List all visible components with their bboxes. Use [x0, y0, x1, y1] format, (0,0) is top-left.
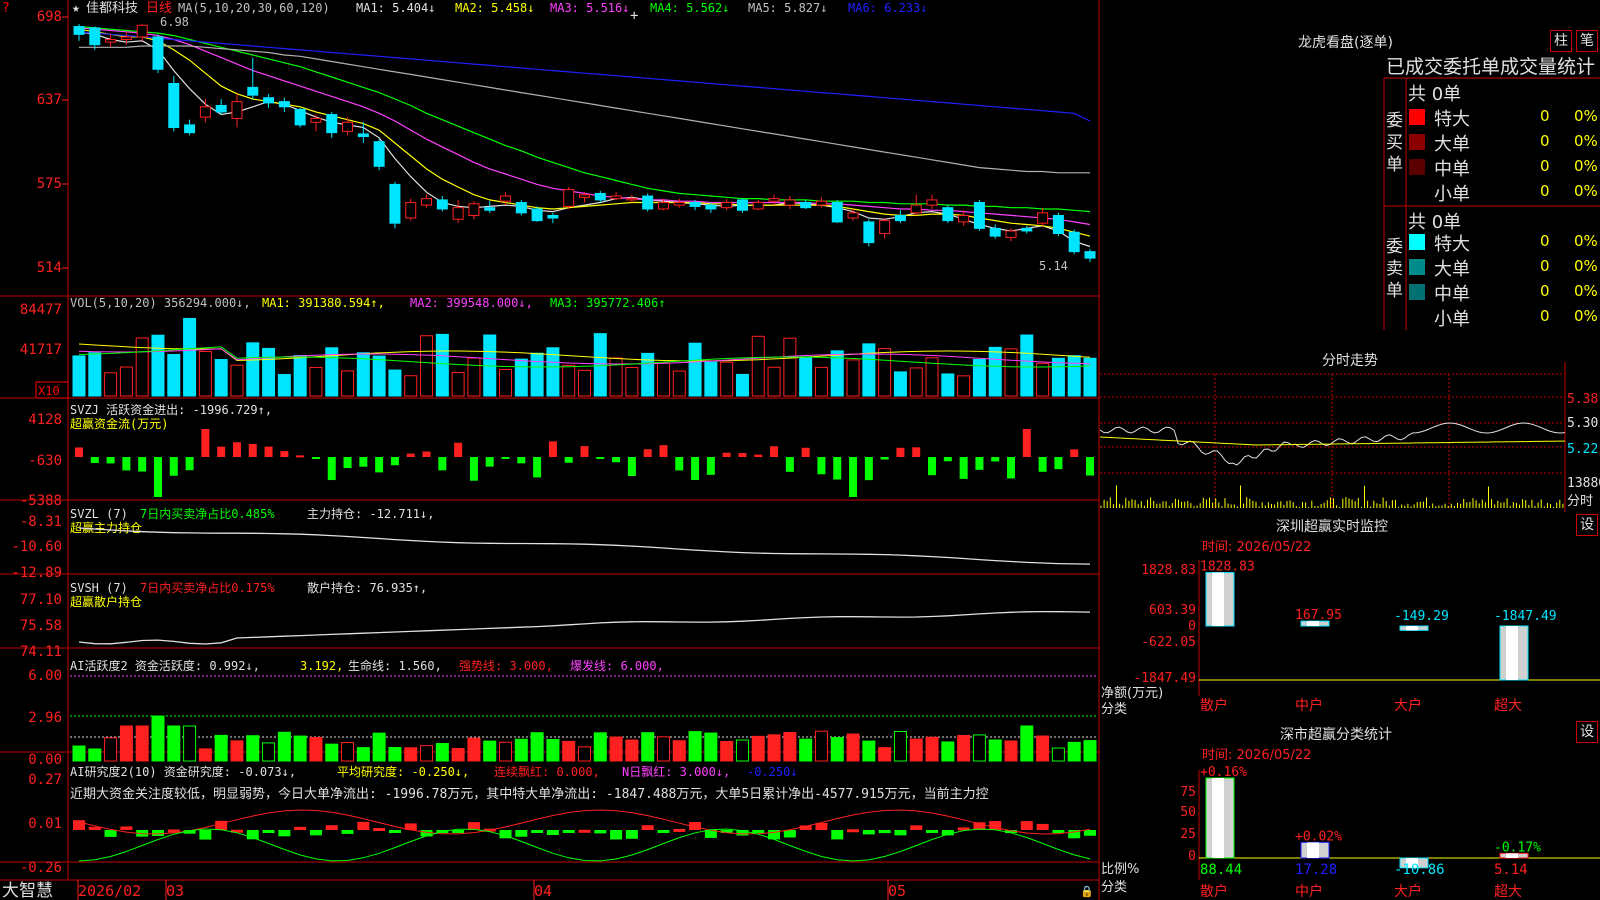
sz-class-chart[interactable]: 75 50 25 0 +0.16% 88.44 散户 +0.02% 17.28 中户 -10.86 大… [0, 0, 1600, 900]
sz-class-category: 散户 [1200, 883, 1228, 900]
sz-class-category: 中户 [1295, 883, 1323, 900]
sz-class-unit: 比例% [1101, 862, 1140, 877]
sz-class-axis-label: 50 [1180, 805, 1196, 820]
sz-class-value-label: -10.86 [1394, 862, 1445, 878]
sz-class-category: 超大 [1494, 884, 1522, 900]
sz-class-change-label: +0.02% [1295, 829, 1342, 844]
sz-class-axis-label: 25 [1180, 827, 1196, 842]
sz-class-change-label: +0.16% [1200, 765, 1247, 780]
sz-class-cat: 分类 [1101, 880, 1128, 895]
sz-class-bar-highlight [1307, 842, 1319, 858]
sz-class-axis-label: 75 [1180, 785, 1196, 800]
sz-class-axis-label: 0 [1188, 849, 1196, 864]
sz-class-value-label: 88.44 [1200, 862, 1242, 878]
sz-class-value-label: 17.28 [1295, 862, 1337, 878]
sz-class-change-label: -0.17% [1494, 840, 1541, 855]
sz-class-category: 大户 [1394, 883, 1422, 900]
sz-class-bar-highlight [1212, 778, 1224, 858]
sz-class-value-label: 5.14 [1494, 862, 1528, 878]
